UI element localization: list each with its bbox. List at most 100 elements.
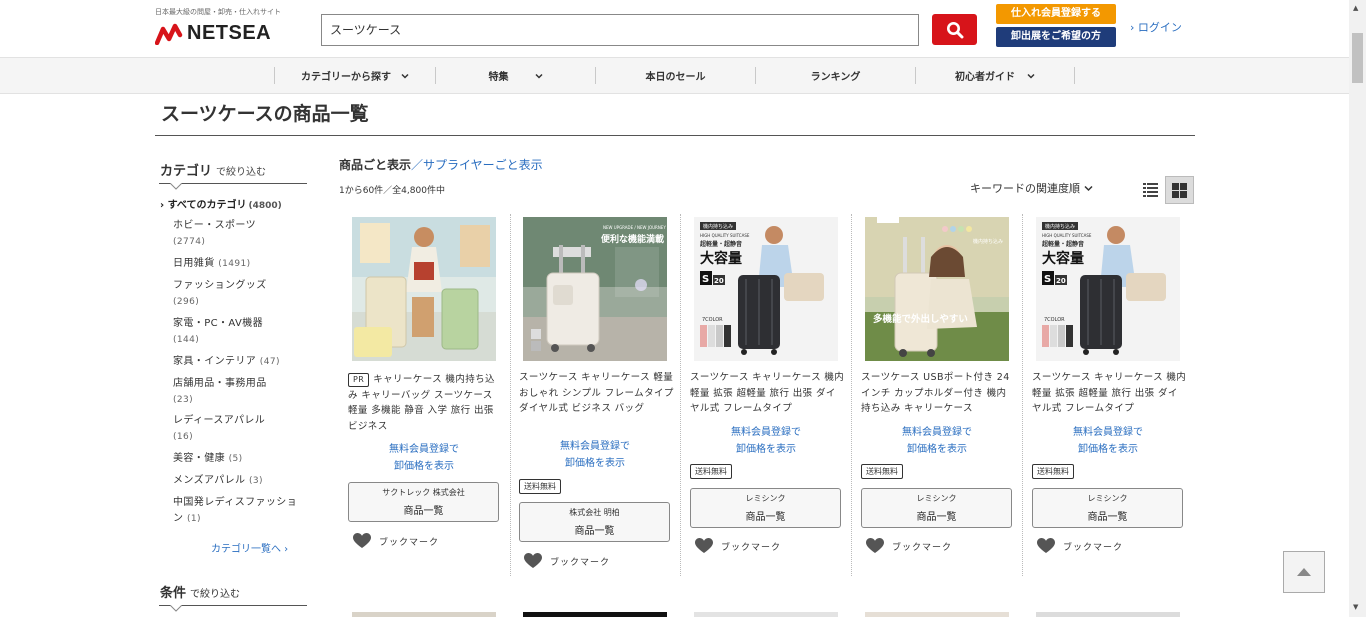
tab-by-supplier[interactable]: ／サプライヤーごと表示 bbox=[411, 158, 543, 172]
price-login-link[interactable]: 無料会員登録で 卸価格を表示 bbox=[348, 441, 500, 475]
category-count: (23) bbox=[173, 395, 194, 405]
scroll-up-icon[interactable]: ▲ bbox=[1353, 4, 1358, 12]
heart-icon bbox=[695, 538, 713, 553]
heart-icon bbox=[866, 538, 884, 553]
condition-filter-heading: 条件 で絞り込む bbox=[160, 582, 240, 601]
supplier-button[interactable]: サクトレック 株式会社 商品一覧 bbox=[348, 482, 499, 522]
product-image[interactable]: 多機能で外出しやすい 機内持ち込み bbox=[865, 217, 1009, 361]
page-scrollbar[interactable] bbox=[1349, 0, 1366, 617]
site-logo[interactable]: NETSEA bbox=[155, 22, 271, 45]
nav-item-category[interactable]: カテゴリーから探す bbox=[274, 67, 435, 84]
category-item-ladies-apparel[interactable]: レディースアパレル (16) bbox=[173, 413, 303, 445]
category-count: (1) bbox=[187, 514, 201, 524]
chevron-down-icon bbox=[401, 73, 409, 79]
price-login-link[interactable]: 無料会員登録で 卸価格を表示 bbox=[690, 424, 842, 458]
site-header: 日本最大級の問屋・卸売・仕入れサイト NETSEA スーツケース 仕入れ会員登録… bbox=[0, 0, 1349, 57]
heading-label: カテゴリ bbox=[160, 164, 213, 179]
bookmark-button[interactable]: ブックマーク bbox=[524, 553, 610, 569]
category-item-fashion-goods[interactable]: ファッショングッズ (296) bbox=[173, 278, 303, 310]
category-item-hobby[interactable]: ホビー・スポーツ (2774) bbox=[173, 218, 303, 250]
supplier-button[interactable]: レミシンク 商品一覧 bbox=[690, 488, 841, 528]
product-image[interactable] bbox=[523, 612, 667, 617]
price-login-link[interactable]: 無料会員登録で 卸価格を表示 bbox=[861, 424, 1013, 458]
category-label: 家電・PC・AV機器 bbox=[173, 318, 264, 329]
supplier-button[interactable]: 株式会社 明柏 商品一覧 bbox=[519, 502, 670, 542]
bookmark-button[interactable]: ブックマーク bbox=[695, 538, 781, 554]
nav-item-label: 初心者ガイド bbox=[955, 72, 1015, 83]
product-image-caption: HIGH QUALITY SUITCASE bbox=[700, 233, 750, 238]
product-name[interactable]: スーツケース キャリーケース 機内 軽量 拡張 超軽量 旅行 出張 ダイヤル式 … bbox=[1032, 370, 1187, 417]
supplier-button[interactable]: レミシンク 商品一覧 bbox=[861, 488, 1012, 528]
product-name[interactable]: PR キャリーケース 機内持ち込み キャリーバッグ スーツケース 軽量 多機能 静… bbox=[348, 372, 503, 434]
heart-icon bbox=[524, 553, 542, 568]
product-name[interactable]: スーツケース キャリーケース 軽量 おしゃれ シンプル フレームタイプ ダイヤル… bbox=[519, 370, 674, 417]
category-item-furniture[interactable]: 家具・インテリア (47) bbox=[173, 354, 303, 370]
category-label: 美容・健康 bbox=[173, 453, 225, 464]
price-login-link[interactable]: 無料会員登録で 卸価格を表示 bbox=[519, 438, 671, 472]
free-shipping-badge: 送料無料 bbox=[519, 479, 561, 494]
product-image-caption: 超軽量・超静音 bbox=[699, 240, 742, 248]
bookmark-button[interactable]: ブックマーク bbox=[353, 533, 439, 549]
nav-item-sale[interactable]: 本日のセール bbox=[595, 67, 755, 84]
category-count: (5) bbox=[228, 454, 243, 464]
scrollbar-thumb[interactable] bbox=[1352, 33, 1363, 83]
divider bbox=[1022, 214, 1023, 576]
supplier-link-label: 商品一覧 bbox=[1087, 512, 1128, 523]
product-image[interactable]: 機内持ち込み HIGH QUALITY SUITCASE 超軽量・超静音 大容量… bbox=[694, 217, 838, 361]
nav-divider bbox=[1074, 67, 1075, 84]
search-input[interactable]: スーツケース bbox=[321, 14, 919, 46]
search-button[interactable] bbox=[932, 14, 977, 45]
product-image-caption: HIGH QUALITY SUITCASE bbox=[1042, 233, 1092, 238]
view-mode-tabs: 商品ごと表示／サプライヤーごと表示 bbox=[339, 156, 543, 173]
product-image[interactable] bbox=[352, 612, 496, 617]
product-image[interactable]: 機内持ち込み HIGH QUALITY SUITCASE 超軽量・超静音 大容量… bbox=[1036, 217, 1180, 361]
scroll-down-icon[interactable]: ▼ bbox=[1353, 603, 1358, 611]
nav-item-ranking[interactable]: ランキング bbox=[755, 67, 915, 84]
nav-item-features[interactable]: 特集 bbox=[435, 67, 595, 84]
category-list-link[interactable]: カテゴリ一覧へ › bbox=[211, 540, 288, 555]
nav-item-label: 本日のセール bbox=[645, 72, 706, 83]
exhibit-button[interactable]: 卸出展をご希望の方 bbox=[996, 27, 1116, 47]
category-count: (1491) bbox=[218, 259, 251, 269]
category-item-china-fashion[interactable]: 中国発レディスファッション (1) bbox=[173, 495, 303, 527]
price-line: 無料会員登録で bbox=[902, 427, 972, 438]
bookmark-button[interactable]: ブックマーク bbox=[1037, 538, 1123, 554]
price-login-link[interactable]: 無料会員登録で 卸価格を表示 bbox=[1032, 424, 1184, 458]
heading-sub: で絞り込む bbox=[216, 167, 267, 178]
category-item-daily[interactable]: 日用雑貨 (1491) bbox=[173, 256, 303, 272]
category-item-beauty[interactable]: 美容・健康 (5) bbox=[173, 451, 303, 467]
chevron-down-icon bbox=[1027, 73, 1035, 79]
tab-by-product[interactable]: 商品ごと表示 bbox=[339, 158, 411, 172]
list-view-button[interactable] bbox=[1137, 176, 1163, 203]
free-shipping-badge: 送料無料 bbox=[861, 464, 903, 479]
product-image[interactable] bbox=[352, 217, 496, 361]
product-name[interactable]: スーツケース USBポート付き 24インチ カップホルダー付き 機内持ち込み キ… bbox=[861, 370, 1016, 417]
free-shipping-badge: 送料無料 bbox=[690, 464, 732, 479]
back-to-top-button[interactable] bbox=[1283, 551, 1325, 593]
bookmark-button[interactable]: ブックマーク bbox=[866, 538, 952, 554]
chevron-down-icon bbox=[534, 73, 543, 79]
supplier-button[interactable]: レミシンク 商品一覧 bbox=[1032, 488, 1183, 528]
register-button[interactable]: 仕入れ会員登録する bbox=[996, 4, 1116, 24]
sort-select[interactable]: キーワードの関連度順 bbox=[970, 180, 1093, 196]
product-image[interactable] bbox=[865, 612, 1009, 617]
product-image[interactable]: 便利な機能満載 NEW UPGRADE / NEW JOURNEY bbox=[523, 217, 667, 361]
product-image[interactable] bbox=[1036, 612, 1180, 617]
page: 日本最大級の問屋・卸売・仕入れサイト NETSEA スーツケース 仕入れ会員登録… bbox=[0, 0, 1366, 617]
category-item-electronics[interactable]: 家電・PC・AV機器 (144) bbox=[173, 316, 303, 348]
price-line: 無料会員登録で bbox=[1073, 427, 1143, 438]
product-image[interactable] bbox=[694, 612, 838, 617]
bookmark-label: ブックマーク bbox=[892, 542, 953, 553]
netsea-logo-icon bbox=[155, 23, 183, 45]
category-item-mens-apparel[interactable]: メンズアパレル (3) bbox=[173, 473, 303, 489]
grid-view-button[interactable] bbox=[1165, 176, 1194, 204]
login-link[interactable]: › ログイン bbox=[1130, 19, 1182, 35]
category-item-store-supplies[interactable]: 店舗用品・事務用品 (23) bbox=[173, 376, 303, 408]
product-name[interactable]: スーツケース キャリーケース 機内 軽量 拡張 超軽量 旅行 出張 ダイヤル式 … bbox=[690, 370, 845, 417]
heading-label: 条件 bbox=[160, 586, 187, 601]
product-image-caption: 大容量 bbox=[1042, 250, 1084, 267]
nav-item-guide[interactable]: 初心者ガイド bbox=[915, 67, 1074, 84]
product-image-caption: NEW UPGRADE / NEW JOURNEY bbox=[603, 225, 666, 230]
category-all[interactable]: › すべてのカテゴリ (4800) bbox=[160, 196, 282, 211]
product-image-caption: 7COLOR bbox=[702, 317, 723, 323]
